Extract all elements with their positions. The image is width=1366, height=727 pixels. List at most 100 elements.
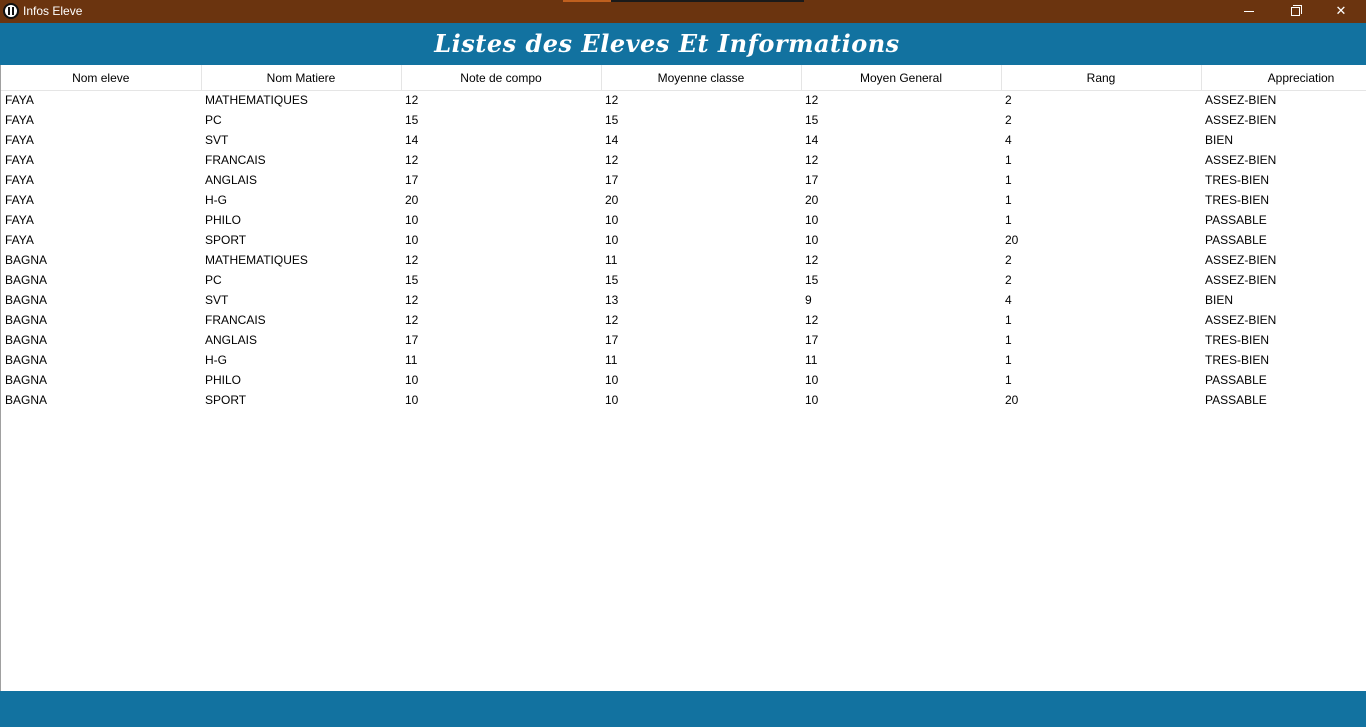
- table-cell[interactable]: FAYA: [1, 190, 201, 210]
- table-cell[interactable]: FRANCAIS: [201, 150, 401, 170]
- table-cell[interactable]: 12: [601, 150, 801, 170]
- table-cell[interactable]: 10: [401, 230, 601, 250]
- table-cell[interactable]: FAYA: [1, 170, 201, 190]
- table-row[interactable]: FAYA SVT 14 14 14 4 BIEN: [1, 130, 1366, 150]
- table-cell[interactable]: 17: [601, 330, 801, 350]
- table-cell[interactable]: BAGNA: [1, 270, 201, 290]
- table-row[interactable]: FAYA MATHEMATIQUES 12 12 12 2 ASSEZ-BIEN: [1, 90, 1366, 110]
- table-cell[interactable]: ANGLAIS: [201, 330, 401, 350]
- column-header[interactable]: Moyenne classe: [601, 65, 802, 91]
- table-cell[interactable]: 12: [801, 250, 1001, 270]
- table-cell[interactable]: PASSABLE: [1201, 230, 1366, 250]
- table-cell[interactable]: TRES-BIEN: [1201, 190, 1366, 210]
- table-row[interactable]: BAGNA ANGLAIS 17 17 17 1 TRES-BIEN: [1, 330, 1366, 350]
- table-cell[interactable]: ASSEZ-BIEN: [1201, 110, 1366, 130]
- column-header[interactable]: Nom Matiere: [201, 65, 402, 91]
- table-cell[interactable]: 2: [1001, 250, 1201, 270]
- table-row[interactable]: FAYA FRANCAIS 12 12 12 1 ASSEZ-BIEN: [1, 150, 1366, 170]
- table-cell[interactable]: 10: [601, 390, 801, 410]
- table-cell[interactable]: 15: [801, 110, 1001, 130]
- table-cell[interactable]: 11: [601, 350, 801, 370]
- table-cell[interactable]: 1: [1001, 150, 1201, 170]
- table-cell[interactable]: 1: [1001, 370, 1201, 390]
- table-cell[interactable]: BIEN: [1201, 130, 1366, 150]
- table-cell[interactable]: ASSEZ-BIEN: [1201, 310, 1366, 330]
- table-cell[interactable]: 12: [801, 150, 1001, 170]
- column-header[interactable]: Moyen General: [801, 65, 1002, 91]
- table-cell[interactable]: BAGNA: [1, 290, 201, 310]
- table-cell[interactable]: ASSEZ-BIEN: [1201, 150, 1366, 170]
- table-cell[interactable]: 10: [801, 370, 1001, 390]
- table-cell[interactable]: 10: [601, 210, 801, 230]
- table-cell[interactable]: 10: [401, 370, 601, 390]
- table-cell[interactable]: 15: [801, 270, 1001, 290]
- table-cell[interactable]: 11: [801, 350, 1001, 370]
- table-cell[interactable]: BAGNA: [1, 370, 201, 390]
- table-cell[interactable]: FAYA: [1, 150, 201, 170]
- table-cell[interactable]: FAYA: [1, 230, 201, 250]
- table-cell[interactable]: 1: [1001, 210, 1201, 230]
- table-cell[interactable]: 12: [401, 310, 601, 330]
- table-cell[interactable]: FAYA: [1, 210, 201, 230]
- table-cell[interactable]: H-G: [201, 190, 401, 210]
- table-row[interactable]: BAGNA H-G 11 11 11 1 TRES-BIEN: [1, 350, 1366, 370]
- table-cell[interactable]: 4: [1001, 290, 1201, 310]
- table-cell[interactable]: 14: [801, 130, 1001, 150]
- table-cell[interactable]: 20: [601, 190, 801, 210]
- table-cell[interactable]: 12: [801, 90, 1001, 110]
- table-row[interactable]: BAGNA FRANCAIS 12 12 12 1 ASSEZ-BIEN: [1, 310, 1366, 330]
- table-cell[interactable]: 10: [401, 390, 601, 410]
- table-row[interactable]: FAYA PHILO 10 10 10 1 PASSABLE: [1, 210, 1366, 230]
- table-cell[interactable]: ANGLAIS: [201, 170, 401, 190]
- table-cell[interactable]: 12: [601, 310, 801, 330]
- table-cell[interactable]: TRES-BIEN: [1201, 170, 1366, 190]
- table-cell[interactable]: 4: [1001, 130, 1201, 150]
- table-cell[interactable]: ASSEZ-BIEN: [1201, 90, 1366, 110]
- table-cell[interactable]: SPORT: [201, 390, 401, 410]
- table-cell[interactable]: 20: [1001, 390, 1201, 410]
- students-grid[interactable]: Nom eleve Nom Matiere Note de compo Moyenne…: [0, 65, 1366, 691]
- table-cell[interactable]: PC: [201, 270, 401, 290]
- table-cell[interactable]: FAYA: [1, 110, 201, 130]
- table-row[interactable]: BAGNA SPORT 10 10 10 20 PASSABLE: [1, 390, 1366, 410]
- table-row[interactable]: FAYA H-G 20 20 20 1 TRES-BIEN: [1, 190, 1366, 210]
- table-cell[interactable]: 20: [801, 190, 1001, 210]
- table-cell[interactable]: 11: [601, 250, 801, 270]
- minimize-button[interactable]: [1226, 0, 1272, 23]
- column-header[interactable]: Rang: [1001, 65, 1202, 91]
- table-cell[interactable]: BIEN: [1201, 290, 1366, 310]
- table-cell[interactable]: SVT: [201, 290, 401, 310]
- table-cell[interactable]: 13: [601, 290, 801, 310]
- table-cell[interactable]: PASSABLE: [1201, 370, 1366, 390]
- table-cell[interactable]: 12: [801, 310, 1001, 330]
- table-cell[interactable]: 20: [401, 190, 601, 210]
- table-cell[interactable]: 1: [1001, 190, 1201, 210]
- table-cell[interactable]: TRES-BIEN: [1201, 330, 1366, 350]
- table-cell[interactable]: BAGNA: [1, 330, 201, 350]
- table-cell[interactable]: MATHEMATIQUES: [201, 90, 401, 110]
- table-cell[interactable]: BAGNA: [1, 350, 201, 370]
- table-cell[interactable]: 1: [1001, 350, 1201, 370]
- table-row[interactable]: BAGNA MATHEMATIQUES 12 11 12 2 ASSEZ-BIEN: [1, 250, 1366, 270]
- table-cell[interactable]: FAYA: [1, 90, 201, 110]
- table-cell[interactable]: 12: [401, 250, 601, 270]
- table-cell[interactable]: 12: [401, 90, 601, 110]
- column-header[interactable]: Nom eleve: [1, 65, 202, 91]
- table-cell[interactable]: MATHEMATIQUES: [201, 250, 401, 270]
- table-row[interactable]: BAGNA PC 15 15 15 2 ASSEZ-BIEN: [1, 270, 1366, 290]
- table-cell[interactable]: 10: [801, 230, 1001, 250]
- table-cell[interactable]: PHILO: [201, 210, 401, 230]
- table-cell[interactable]: 14: [401, 130, 601, 150]
- table-cell[interactable]: PC: [201, 110, 401, 130]
- table-cell[interactable]: 11: [401, 350, 601, 370]
- column-header[interactable]: Note de compo: [401, 65, 602, 91]
- table-cell[interactable]: SPORT: [201, 230, 401, 250]
- table-cell[interactable]: 10: [801, 210, 1001, 230]
- table-cell[interactable]: 2: [1001, 110, 1201, 130]
- table-cell[interactable]: ASSEZ-BIEN: [1201, 250, 1366, 270]
- table-cell[interactable]: 17: [401, 170, 601, 190]
- table-cell[interactable]: 2: [1001, 270, 1201, 290]
- close-button[interactable]: ✕: [1318, 0, 1364, 23]
- table-row[interactable]: BAGNA SVT 12 13 9 4 BIEN: [1, 290, 1366, 310]
- table-cell[interactable]: BAGNA: [1, 390, 201, 410]
